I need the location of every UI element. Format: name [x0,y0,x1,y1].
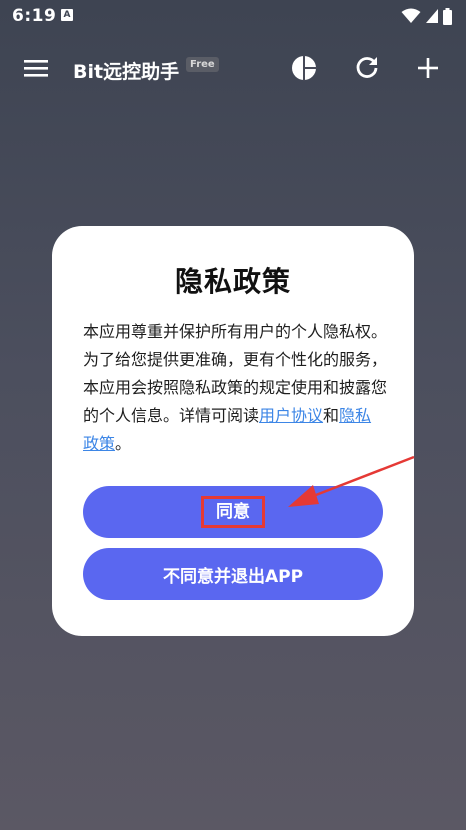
body-and: 和 [323,406,340,425]
system-icons [401,7,452,25]
user-agreement-link[interactable]: 用户协议 [259,406,323,425]
annotation-arrow-icon [288,455,415,507]
wifi-icon [401,8,421,23]
status-bar: 6:19 A [0,0,466,32]
signal-icon [426,9,438,23]
pie-chart-icon[interactable] [290,54,318,82]
battery-icon [443,7,452,25]
decline-exit-button[interactable]: 不同意并退出APP [83,548,383,600]
app-toolbar: Bit远控助手 Free [0,40,466,96]
dialog-body: 本应用尊重并保护所有用户的个人隐私权。为了给您提供更准确，更有个性化的服务，本应… [83,318,387,458]
add-icon[interactable] [414,54,442,82]
menu-icon[interactable] [22,56,50,80]
agree-label: 同意 [201,496,265,528]
status-time: 6:19 [12,6,57,26]
notification-icon: A [61,9,73,21]
refresh-icon[interactable] [353,54,381,82]
free-badge: Free [186,57,219,72]
dialog-title: 隐私政策 [174,265,291,298]
privacy-dialog: 隐私政策 本应用尊重并保护所有用户的个人隐私权。为了给您提供更准确，更有个性化的… [52,226,414,636]
app-title: Bit远控助手 [73,61,180,83]
body-suffix: 。 [115,434,132,453]
